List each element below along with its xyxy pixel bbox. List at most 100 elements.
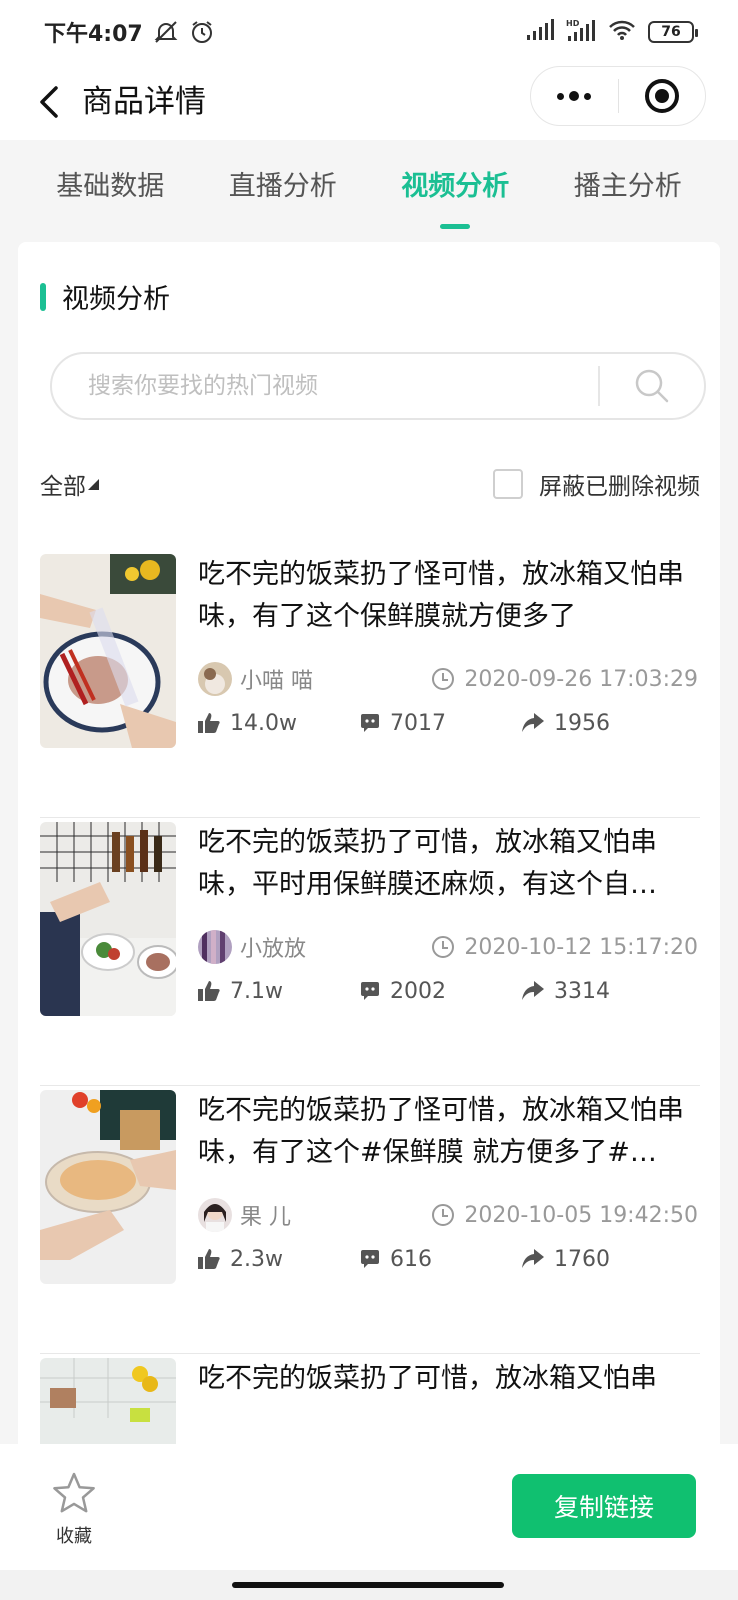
back-button[interactable]	[24, 78, 72, 126]
category-dropdown[interactable]: 全部	[40, 467, 100, 501]
share-arrow-icon	[522, 981, 544, 1000]
video-stats-row: 2.3w 616 1760	[198, 1242, 698, 1276]
mute-bell-icon	[153, 19, 179, 45]
tab-label: 基础数据	[56, 171, 165, 202]
video-thumbnail[interactable]	[40, 1090, 176, 1284]
favorite-button[interactable]: 收藏	[50, 1472, 98, 1548]
svg-text:HD: HD	[566, 19, 580, 28]
copy-link-button[interactable]: 复制链接	[512, 1474, 696, 1538]
share-arrow-icon	[522, 1249, 544, 1268]
comments-stat: 2002	[360, 979, 522, 1004]
video-title[interactable]: 吃不完的饭菜扔了怪可惜，放冰箱又怕串味，有了这个#保鲜膜 就方便多了#…	[198, 1090, 698, 1174]
video-meta-row: 小放放 2020-10-12 15:17:20	[198, 930, 698, 964]
comments-count: 2002	[390, 978, 446, 1004]
video-list: 吃不完的饭菜扔了怪可惜，放冰箱又怕串味，有了这个保鲜膜就方便多了 小喵 喵 20…	[40, 550, 700, 1462]
video-thumbnail[interactable]	[40, 822, 176, 1016]
author-name: 小放放	[240, 937, 307, 962]
tab-label: 播主分析	[573, 171, 682, 202]
shares-count: 1956	[554, 710, 610, 736]
section-accent-bar	[40, 282, 46, 311]
video-meta-row: 小喵 喵 2020-09-26 17:03:29	[198, 662, 698, 696]
author-name: 果 儿	[240, 1205, 291, 1230]
avatar	[198, 662, 232, 696]
likes-count: 2.3w	[230, 1246, 283, 1272]
video-list-item[interactable]: 吃不完的饭菜扔了怪可惜，放冰箱又怕串味，有了这个#保鲜膜 就方便多了#… 果 儿…	[40, 1086, 700, 1354]
clock-icon	[432, 936, 455, 958]
likes-stat: 2.3w	[198, 1247, 360, 1272]
likes-count: 14.0w	[230, 710, 297, 736]
video-list-item[interactable]: 吃不完的饭菜扔了怪可惜，放冰箱又怕串味，有了这个保鲜膜就方便多了 小喵 喵 20…	[40, 550, 700, 818]
alarm-icon	[189, 19, 215, 45]
comment-icon	[361, 982, 379, 1000]
more-dots-icon	[557, 91, 592, 101]
video-author[interactable]: 果 儿	[198, 1198, 291, 1232]
video-title[interactable]: 吃不完的饭菜扔了可惜，放冰箱又怕串味，平时用保鲜膜还麻烦，有这个自…	[198, 822, 698, 906]
thumbs-up-icon	[198, 1249, 220, 1269]
avatar	[198, 930, 232, 964]
search-button[interactable]	[600, 354, 704, 418]
tab-live-analysis[interactable]: 直播分析	[229, 140, 337, 236]
mini-program-capsule	[530, 66, 706, 126]
wifi-icon	[608, 19, 636, 45]
tab-streamer-analysis[interactable]: 播主分析	[574, 140, 682, 236]
video-analysis-card: 视频分析 全部 屏蔽已删除视频	[18, 242, 720, 1462]
section-title: 视频分析	[62, 284, 170, 315]
clock-icon	[432, 1204, 455, 1226]
tab-bar: 基础数据 直播分析 视频分析 播主分析	[0, 140, 738, 236]
likes-count: 7.1w	[230, 978, 283, 1004]
thumbs-up-icon	[198, 981, 220, 1001]
video-author[interactable]: 小喵 喵	[198, 662, 313, 696]
active-tab-indicator	[440, 224, 471, 229]
hide-deleted-toggle[interactable]: 屏蔽已删除视频	[493, 467, 700, 501]
video-stats-row: 14.0w 7017 1956	[198, 706, 698, 740]
chevron-left-icon	[40, 86, 58, 118]
status-left: 下午4:07	[44, 16, 215, 48]
video-thumbnail[interactable]	[40, 554, 176, 748]
section-header: 视频分析	[40, 277, 170, 316]
video-author[interactable]: 小放放	[198, 930, 306, 964]
tab-video-analysis[interactable]: 视频分析	[401, 140, 509, 236]
author-name: 小喵 喵	[240, 669, 313, 694]
publish-time-text: 2020-09-26 17:03:29	[464, 666, 698, 692]
video-title[interactable]: 吃不完的饭菜扔了怪可惜，放冰箱又怕串味，有了这个保鲜膜就方便多了	[198, 554, 698, 638]
search-input[interactable]	[52, 354, 598, 418]
hide-deleted-checkbox[interactable]	[493, 469, 523, 499]
status-bar: 下午4:07 HD 76	[0, 0, 738, 64]
video-meta-row: 果 儿 2020-10-05 19:42:50	[198, 1198, 698, 1232]
clock-icon	[432, 668, 455, 690]
shares-stat: 3314	[522, 979, 610, 1004]
nav-bar: 商品详情	[0, 64, 738, 140]
thumbs-up-icon	[198, 713, 220, 733]
tab-basic-data[interactable]: 基础数据	[56, 140, 164, 236]
video-list-item[interactable]: 吃不完的饭菜扔了可惜，放冰箱又怕串味，平时用保鲜膜还麻烦，有这个自… 小放放 2…	[40, 818, 700, 1086]
publish-time: 2020-10-12 15:17:20	[432, 935, 698, 960]
star-outline-icon	[53, 1472, 95, 1513]
likes-stat: 14.0w	[198, 711, 360, 736]
publish-time: 2020-10-05 19:42:50	[432, 1203, 698, 1228]
bottom-action-bar: 收藏 复制链接	[0, 1444, 738, 1570]
comments-count: 7017	[390, 710, 446, 736]
search-icon	[635, 369, 669, 403]
publish-time-text: 2020-10-05 19:42:50	[464, 1202, 698, 1228]
target-close-icon	[644, 79, 679, 113]
dropdown-triangle-icon	[86, 471, 100, 497]
battery-indicator: 76	[648, 21, 698, 43]
more-menu-button[interactable]	[531, 67, 618, 125]
status-right: HD 76	[526, 18, 698, 46]
close-mini-program-button[interactable]	[619, 67, 706, 125]
category-selected: 全部	[40, 474, 86, 500]
tab-label: 直播分析	[228, 171, 337, 202]
tab-label: 视频分析	[401, 171, 510, 202]
home-indicator[interactable]	[232, 1582, 504, 1588]
comment-icon	[361, 1250, 379, 1268]
hide-deleted-label: 屏蔽已删除视频	[539, 474, 700, 500]
page-title: 商品详情	[82, 84, 206, 120]
favorite-label: 收藏	[56, 1526, 92, 1547]
comments-stat: 7017	[360, 711, 522, 736]
publish-time-text: 2020-10-12 15:17:20	[464, 934, 698, 960]
shares-stat: 1956	[522, 711, 610, 736]
shares-count: 3314	[554, 978, 610, 1004]
video-title[interactable]: 吃不完的饭菜扔了可惜，放冰箱又怕串	[198, 1358, 698, 1400]
status-time: 下午4:07	[44, 22, 143, 47]
comments-stat: 616	[360, 1247, 522, 1272]
